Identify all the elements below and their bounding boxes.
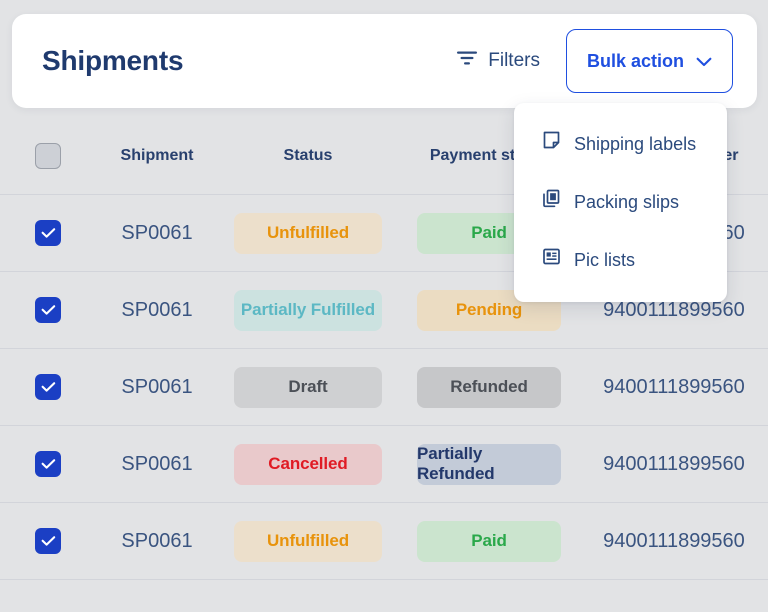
status-badge: Unfulfilled xyxy=(234,520,382,562)
column-header-status[interactable]: Status xyxy=(284,147,333,165)
cell-status: Unfulfilled xyxy=(218,520,398,562)
cell-shipment: SP0061 xyxy=(121,375,193,398)
table-footer-area xyxy=(0,580,768,612)
menu-item-shipping-labels[interactable]: Shipping labels xyxy=(514,123,727,164)
row-select-cell xyxy=(0,220,96,246)
menu-item-packing-slips[interactable]: Packing slips xyxy=(514,181,727,222)
menu-item-label: Shipping labels xyxy=(574,133,697,154)
cell-tracking-number: 9400111899560 xyxy=(603,529,745,552)
table-row[interactable]: SP0061 Cancelled Partially Refunded 9400… xyxy=(0,426,768,503)
column-header-shipment[interactable]: Shipment xyxy=(96,147,218,165)
chevron-down-icon xyxy=(696,51,712,72)
document-icon xyxy=(542,131,561,156)
row-select-cell xyxy=(0,451,96,477)
cell-status: Partially Fulfilled xyxy=(218,289,398,331)
cell-status: Unfulfilled xyxy=(218,212,398,254)
cell-shipment: SP0061 xyxy=(121,529,193,552)
row-checkbox[interactable] xyxy=(35,297,61,323)
cell-payment-status: Refunded xyxy=(398,366,580,408)
bulk-action-button[interactable]: Bulk action xyxy=(565,29,733,93)
table-row[interactable]: SP0061 Unfulfilled Paid 9400111899560 xyxy=(0,503,768,580)
cell-shipment: SP0061 xyxy=(121,452,193,475)
row-select-cell xyxy=(0,297,96,323)
payment-status-badge: Refunded xyxy=(417,366,561,408)
select-all-cell xyxy=(0,143,96,169)
menu-item-pic-lists[interactable]: Pic lists xyxy=(514,239,727,280)
status-badge: Draft xyxy=(234,366,382,408)
menu-item-label: Packing slips xyxy=(574,191,680,212)
bulk-action-label: Bulk action xyxy=(586,50,684,71)
cell-payment-status: Partially Refunded xyxy=(398,443,580,485)
cell-tracking-number: 9400111899560 xyxy=(603,375,745,398)
row-checkbox[interactable] xyxy=(35,220,61,246)
select-all-checkbox[interactable] xyxy=(35,143,61,169)
filters-button[interactable]: Filters xyxy=(456,49,540,73)
row-checkbox[interactable] xyxy=(35,374,61,400)
row-select-cell xyxy=(0,374,96,400)
cell-shipment: SP0061 xyxy=(121,298,193,321)
status-badge: Cancelled xyxy=(234,443,382,485)
status-badge: Partially Fulfilled xyxy=(234,289,382,331)
menu-item-label: Pic lists xyxy=(574,249,636,270)
filter-icon xyxy=(456,49,478,73)
cell-payment-status: Paid xyxy=(398,520,580,562)
cell-shipment: SP0061 xyxy=(121,221,193,244)
row-checkbox[interactable] xyxy=(35,451,61,477)
row-select-cell xyxy=(0,528,96,554)
cell-status: Draft xyxy=(218,366,398,408)
payment-status-badge: Paid xyxy=(417,520,561,562)
status-badge: Unfulfilled xyxy=(234,212,382,254)
filters-label: Filters xyxy=(488,50,540,71)
payment-status-badge: Partially Refunded xyxy=(417,443,561,485)
bulk-action-dropdown-menu: Shipping labels Packing slips Pic lists xyxy=(514,103,727,302)
table-row[interactable]: SP0061 Draft Refunded 9400111899560 xyxy=(0,349,768,426)
cell-tracking-number: 9400111899560 xyxy=(603,452,745,475)
cell-status: Cancelled xyxy=(218,443,398,485)
copy-pages-icon xyxy=(542,189,561,214)
column-header-status-cell: Status xyxy=(218,147,398,165)
page-header-card: Shipments Filters Bulk action xyxy=(12,14,757,108)
page-title: Shipments xyxy=(42,45,184,76)
row-checkbox[interactable] xyxy=(35,528,61,554)
list-card-icon xyxy=(542,247,561,272)
